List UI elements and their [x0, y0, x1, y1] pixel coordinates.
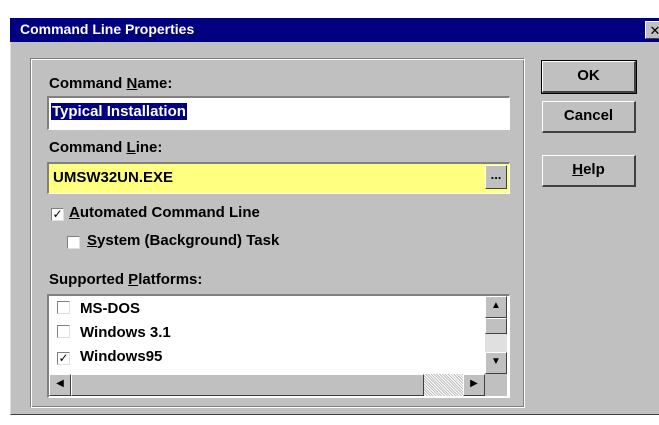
list-item[interactable]: MS-DOS: [57, 300, 140, 317]
platform-checkbox[interactable]: [57, 325, 70, 338]
command-name-field[interactable]: Typical Installation: [47, 96, 510, 130]
command-name-value: Typical Installation: [51, 103, 187, 120]
browse-button[interactable]: ...: [485, 165, 507, 189]
list-item[interactable]: Windows 3.1: [57, 324, 171, 341]
command-line-field[interactable]: UMSW32UN.EXE: [47, 162, 510, 194]
platform-checkbox[interactable]: [57, 301, 70, 314]
scroll-track-dither: [424, 374, 466, 396]
platform-label: MS-DOS: [80, 300, 140, 317]
arrow-up-icon: ▲: [491, 300, 501, 311]
scroll-left-button[interactable]: ◀: [49, 374, 71, 396]
title-bar[interactable]: Command Line Properties ✕: [10, 18, 659, 42]
close-button[interactable]: ✕: [645, 21, 659, 39]
scroll-right-button[interactable]: ▶: [463, 374, 485, 396]
arrow-down-icon: ▼: [491, 356, 501, 367]
system-task-checkbox[interactable]: [67, 236, 80, 249]
platform-checkbox[interactable]: ✓: [57, 352, 70, 365]
system-task-label[interactable]: System (Background) Task: [87, 232, 279, 249]
supported-platforms-label: Supported Platforms:: [49, 271, 203, 288]
check-icon: ✓: [52, 207, 63, 221]
scroll-down-button[interactable]: ▼: [485, 352, 507, 374]
window-title: Command Line Properties: [20, 21, 195, 37]
automated-label[interactable]: Automated Command Line: [69, 204, 260, 221]
horizontal-scroll-thumb[interactable]: [71, 374, 424, 396]
command-line-label: Command Line:: [49, 139, 163, 156]
command-name-label: Command Name:: [49, 75, 173, 92]
command-line-value: UMSW32UN.EXE: [53, 169, 174, 186]
arrow-right-icon: ▶: [470, 378, 478, 389]
check-icon: ✓: [58, 351, 69, 365]
help-button[interactable]: Help: [542, 155, 636, 187]
platform-label: Windows 3.1: [80, 324, 171, 341]
cancel-button[interactable]: Cancel: [542, 101, 636, 133]
vertical-scroll-thumb[interactable]: [485, 318, 507, 334]
automated-checkbox[interactable]: ✓: [51, 208, 64, 221]
close-icon: ✕: [649, 23, 659, 38]
scroll-up-button[interactable]: ▲: [485, 296, 507, 318]
scroll-corner: [485, 374, 507, 396]
platform-label: Windows95: [80, 348, 163, 365]
arrow-left-icon: ◀: [56, 378, 64, 389]
list-item[interactable]: ✓ Windows95: [57, 348, 162, 365]
ellipsis-icon: ...: [490, 167, 502, 182]
ok-button[interactable]: OK: [541, 60, 637, 94]
